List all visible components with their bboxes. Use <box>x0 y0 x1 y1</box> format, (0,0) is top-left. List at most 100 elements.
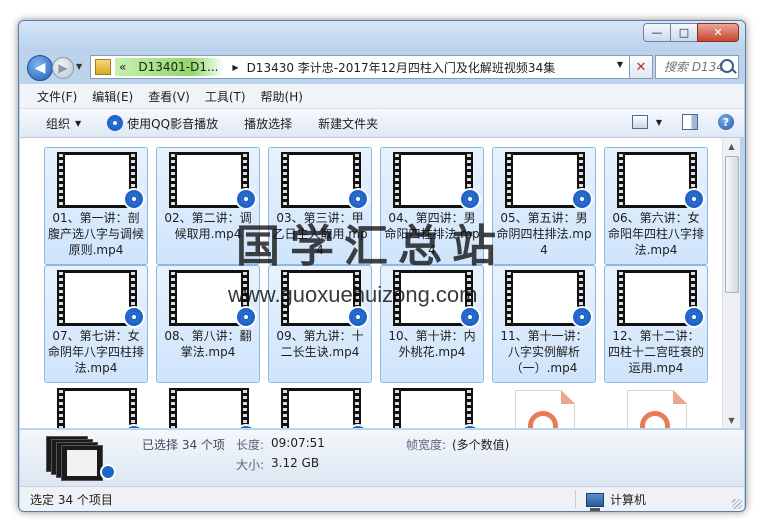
qq-player-badge-icon <box>459 188 481 210</box>
watermark-text: 国学汇总站 <box>236 221 506 272</box>
details-pane: 已选择 34 个项 长度: 09:07:51 大小: 3.12 GB 帧宽度: … <box>20 429 744 486</box>
menu-bar: 文件(F) 编辑(E) 查看(V) 工具(T) 帮助(H) <box>20 84 744 109</box>
command-bar: 组织 ▼ 使用QQ影音播放 播放选择 新建文件夹 ▼ ? <box>20 109 744 138</box>
scroll-down-icon[interactable]: ▼ <box>724 412 739 428</box>
file-item[interactable] <box>380 383 484 428</box>
chevron-down-icon: ▼ <box>75 118 82 128</box>
qq-player-badge-icon <box>683 188 705 210</box>
qq-player-badge-icon <box>123 188 145 210</box>
file-item[interactable] <box>44 383 148 428</box>
play-selection-button[interactable]: 播放选择 <box>244 115 292 132</box>
video-thumbnail <box>57 388 137 428</box>
address-bar[interactable]: « D13401-D1... ▶ D13430 李计忠-2017年12月四柱入门… <box>90 55 630 79</box>
help-icon[interactable]: ? <box>718 114 734 130</box>
video-thumbnail <box>169 388 249 428</box>
back-arrow-icon: ◀ <box>34 60 46 76</box>
menu-file[interactable]: 文件(F) <box>37 88 77 105</box>
file-item[interactable] <box>492 383 596 428</box>
media-file-icon <box>627 390 687 428</box>
recent-pages-dropdown-icon[interactable]: ▼ <box>76 62 82 71</box>
menu-view[interactable]: 查看(V) <box>148 88 190 105</box>
file-item[interactable]: 06、第六讲：女命阳年四柱八字排法.mp4 <box>604 147 708 265</box>
menu-help[interactable]: 帮助(H) <box>261 88 303 105</box>
file-name: 08、第八讲：翻掌法.mp4 <box>164 329 252 359</box>
qq-player-icon <box>107 115 124 131</box>
scrollbar-thumb[interactable] <box>725 156 739 293</box>
file-name: 09、第九讲：十二长生诀.mp4 <box>276 329 364 359</box>
size-value: 3.12 GB <box>271 456 320 470</box>
status-location: 计算机 <box>586 491 647 511</box>
vertical-scrollbar[interactable]: ▲ ▼ <box>722 138 740 428</box>
file-name: 10、第十讲：内外桃花.mp4 <box>388 329 476 359</box>
breadcrumb-root[interactable]: « D13401-D1... <box>115 58 225 76</box>
back-button[interactable]: ◀ <box>27 55 53 81</box>
video-thumbnail <box>281 388 361 428</box>
search-box <box>655 55 739 79</box>
file-item[interactable] <box>156 383 260 428</box>
forward-arrow-icon: ▶ <box>58 61 68 75</box>
toolbar-right: ▼ ? <box>631 114 734 130</box>
resize-grip[interactable] <box>732 499 742 509</box>
new-folder-button[interactable]: 新建文件夹 <box>318 115 378 132</box>
qq-player-badge-icon <box>571 188 593 210</box>
clear-address-button[interactable]: ✕ <box>629 55 653 79</box>
file-name: 06、第六讲：女命阳年四柱八字排法.mp4 <box>607 211 704 257</box>
preview-pane-icon[interactable] <box>682 114 698 130</box>
video-thumbnail <box>393 388 473 428</box>
folder-icon <box>95 59 111 75</box>
minimize-button[interactable]: — <box>643 23 671 42</box>
navigation-row: ◀ ▶ ▼ « D13401-D1... ▶ D13430 李计忠-2017年1… <box>19 52 745 82</box>
forward-button[interactable]: ▶ <box>52 57 74 79</box>
status-divider <box>575 490 576 508</box>
selected-count: 已选择 34 个项 <box>142 438 225 452</box>
qq-player-badge-icon <box>235 188 257 210</box>
length-label: 长度: <box>236 438 265 452</box>
qq-player-badge-icon <box>123 306 145 328</box>
file-item[interactable]: 12、第十二讲：四柱十二宫旺衰的运用.mp4 <box>604 265 708 383</box>
file-item[interactable]: 05、第五讲：男命阴四柱排法.mp4 <box>492 147 596 265</box>
play-with-qq-button[interactable]: 使用QQ影音播放 <box>107 115 218 132</box>
scroll-up-icon[interactable]: ▲ <box>724 138 739 154</box>
status-selected: 选定 34 个项目 <box>30 493 113 507</box>
frame-width-value: (多个数值) <box>452 438 510 452</box>
organize-label: 组织 <box>46 116 71 131</box>
qq-player-badge-icon <box>683 306 705 328</box>
menu-edit[interactable]: 编辑(E) <box>92 88 133 105</box>
file-item[interactable] <box>268 383 372 428</box>
qq-player-badge-icon <box>347 306 369 328</box>
menu-tools[interactable]: 工具(T) <box>205 88 246 105</box>
length-value: 09:07:51 <box>271 436 325 450</box>
file-item[interactable]: 07、第七讲：女命阴年八字四柱排法.mp4 <box>44 265 148 383</box>
frame-width-label: 帧宽度: <box>406 438 447 452</box>
new-folder-label: 新建文件夹 <box>318 116 379 131</box>
qq-badge-icon <box>100 464 116 480</box>
file-item[interactable] <box>604 383 708 428</box>
address-dropdown-icon[interactable]: ▼ <box>617 60 623 69</box>
organize-button[interactable]: 组织 ▼ <box>46 115 81 132</box>
maximize-button[interactable]: □ <box>670 23 698 42</box>
breadcrumb-overflow[interactable]: « <box>119 60 126 74</box>
qq-player-badge-icon <box>459 306 481 328</box>
status-bar: 选定 34 个项目 计算机 <box>20 486 744 511</box>
status-location-label: 计算机 <box>610 493 647 507</box>
file-name: 05、第五讲：男命阴四柱排法.mp4 <box>496 211 592 257</box>
close-button[interactable]: ✕ <box>697 23 739 42</box>
search-input[interactable] <box>662 59 726 75</box>
selection-stack-icon <box>46 436 116 481</box>
qq-player-badge-icon <box>347 188 369 210</box>
breadcrumb-separator-icon[interactable]: ▶ <box>232 63 238 72</box>
watermark-url: www.guoxuehuizong.com <box>228 282 478 307</box>
play-selection-label: 播放选择 <box>244 116 293 131</box>
caption-buttons: — □ ✕ <box>643 23 739 42</box>
computer-icon <box>586 492 604 511</box>
breadcrumb-current[interactable]: D13430 李计忠-2017年12月四柱入门及化解班视频34集 <box>247 59 556 76</box>
file-name: 12、第十二讲：四柱十二宫旺衰的运用.mp4 <box>607 329 704 375</box>
file-item[interactable]: 01、第一讲：剖腹产选八字与调候原则.mp4 <box>44 147 148 265</box>
file-name: 11、第十一讲：八字实例解析（一）.mp4 <box>500 329 588 375</box>
size-label: 大小: <box>236 458 265 472</box>
view-dropdown-icon[interactable]: ▼ <box>656 118 662 127</box>
file-item[interactable]: 11、第十一讲：八字实例解析（一）.mp4 <box>492 265 596 383</box>
search-icon[interactable] <box>720 59 734 73</box>
file-name: 01、第一讲：剖腹产选八字与调候原则.mp4 <box>47 211 144 257</box>
change-view-icon[interactable] <box>631 115 648 129</box>
